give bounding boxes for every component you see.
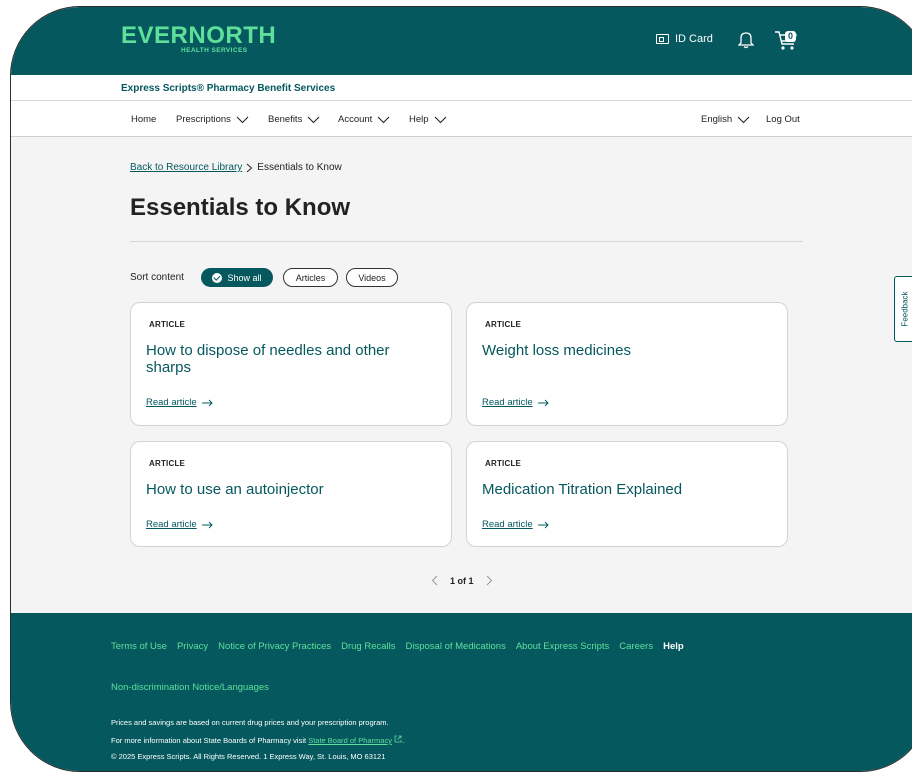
top-header: EVERNORTH HEALTH SERVICES ID Card 0: [11, 7, 912, 75]
card-title[interactable]: How to use an autoinjector: [146, 481, 436, 498]
logout-label: Log Out: [766, 114, 800, 125]
article-card[interactable]: ARTICLE Weight loss medicines Read artic…: [466, 302, 788, 426]
read-article-link[interactable]: Read article: [146, 519, 213, 530]
main-nav: Home Prescriptions Benefits Account Help…: [11, 101, 912, 137]
state-board-link[interactable]: State Board of Pharmacy: [308, 736, 392, 745]
logout-link[interactable]: Log Out: [766, 114, 800, 125]
footer-link-help[interactable]: Help: [663, 641, 684, 652]
pagination: 1 of 1: [431, 575, 493, 586]
divider: [130, 241, 803, 242]
nav-prescriptions[interactable]: Prescriptions: [176, 114, 249, 125]
card-tag: ARTICLE: [485, 459, 522, 468]
copyright: © 2025 Express Scripts. All Rights Reser…: [111, 752, 386, 761]
footer-link-about[interactable]: About Express Scripts: [516, 641, 609, 652]
read-article-link[interactable]: Read article: [482, 519, 549, 530]
filter-show-all[interactable]: Show all: [201, 268, 273, 287]
browser-frame: EVERNORTH HEALTH SERVICES ID Card 0 Expr…: [10, 6, 912, 772]
breadcrumb: Back to Resource Library Essentials to K…: [130, 162, 342, 173]
evernorth-logo[interactable]: EVERNORTH: [121, 22, 276, 50]
chevron-left-icon[interactable]: [431, 575, 438, 586]
footer-link-disposal[interactable]: Disposal of Medications: [406, 641, 506, 652]
nav-home-label: Home: [131, 114, 157, 125]
cart-count-badge: 0: [785, 31, 797, 42]
id-card-icon: [656, 34, 669, 44]
sort-label: Sort content: [130, 272, 184, 283]
footer-link-terms[interactable]: Terms of Use: [111, 641, 167, 652]
read-article-label: Read article: [146, 397, 197, 408]
footer-link-privacy-practices[interactable]: Notice of Privacy Practices: [218, 641, 331, 652]
nav-help[interactable]: Help: [409, 114, 447, 125]
read-article-label: Read article: [482, 519, 533, 530]
card-tag: ARTICLE: [149, 459, 186, 468]
page-indicator: 1 of 1: [450, 575, 474, 586]
program-bar: Express Scripts® Pharmacy Benefit Servic…: [11, 75, 912, 101]
card-tag: ARTICLE: [485, 320, 522, 329]
chevron-down-icon: [377, 116, 390, 123]
read-article-link[interactable]: Read article: [482, 397, 549, 408]
card-title[interactable]: Medication Titration Explained: [482, 481, 772, 498]
filter-articles-label: Articles: [295, 272, 326, 283]
footer-link-privacy[interactable]: Privacy: [177, 641, 208, 652]
card-title[interactable]: How to dispose of needles and other shar…: [146, 342, 436, 376]
chevron-right-icon[interactable]: [486, 575, 493, 586]
external-link-icon: [394, 735, 402, 743]
nav-home[interactable]: Home: [131, 114, 156, 125]
back-to-library-link[interactable]: Back to Resource Library: [130, 162, 242, 173]
notification-bell-icon[interactable]: [738, 31, 754, 49]
article-card[interactable]: ARTICLE How to use an autoinjector Read …: [130, 441, 452, 547]
feedback-tab[interactable]: Feedback: [894, 276, 912, 342]
read-article-label: Read article: [146, 519, 197, 530]
program-title: Express Scripts® Pharmacy Benefit Servic…: [121, 83, 336, 94]
chevron-right-icon: [246, 163, 253, 172]
filter-videos[interactable]: Videos: [346, 268, 398, 287]
read-article-link[interactable]: Read article: [146, 397, 213, 408]
nav-benefits-label: Benefits: [268, 114, 303, 125]
arrow-right-icon: [201, 521, 213, 528]
nondiscrimination-link[interactable]: Non-discrimination Notice/Languages: [111, 682, 269, 693]
page-title: Essentials to Know: [130, 194, 351, 221]
id-card-label: ID Card: [675, 33, 713, 45]
filter-articles[interactable]: Articles: [283, 268, 338, 287]
logo-subtitle: HEALTH SERVICES: [181, 47, 248, 54]
breadcrumb-current: Essentials to Know: [257, 162, 342, 173]
card-tag: ARTICLE: [149, 320, 186, 329]
id-card-button[interactable]: ID Card: [656, 33, 713, 45]
nav-benefits[interactable]: Benefits: [268, 114, 320, 125]
read-article-label: Read article: [482, 397, 533, 408]
footer-link-careers[interactable]: Careers: [619, 641, 653, 652]
chevron-down-icon: [236, 116, 249, 123]
chevron-down-icon: [307, 116, 320, 123]
footer-note-boards-suffix: .: [402, 736, 405, 745]
chevron-down-icon: [737, 116, 750, 123]
arrow-right-icon: [537, 521, 549, 528]
filter-videos-label: Videos: [358, 272, 386, 283]
footer-note-boards-text: For more information about State Boards …: [111, 736, 307, 745]
arrow-right-icon: [537, 399, 549, 406]
card-title[interactable]: Weight loss medicines: [482, 342, 772, 359]
nav-help-label: Help: [409, 114, 429, 125]
article-card[interactable]: ARTICLE How to dispose of needles and ot…: [130, 302, 452, 426]
footer: Terms of Use Privacy Notice of Privacy P…: [11, 613, 912, 771]
filter-show-all-label: Show all: [227, 272, 262, 283]
chevron-down-icon: [434, 116, 446, 123]
footer-link-drug-recalls[interactable]: Drug Recalls: [341, 641, 395, 652]
check-circle-icon: [212, 272, 223, 283]
arrow-right-icon: [201, 399, 213, 406]
footer-note-prices: Prices and savings are based on current …: [111, 718, 389, 727]
nav-account[interactable]: Account: [338, 114, 390, 125]
feedback-label: Feedback: [900, 291, 910, 327]
article-card[interactable]: ARTICLE Medication Titration Explained R…: [466, 441, 788, 547]
nav-account-label: Account: [338, 114, 373, 125]
footer-links: Terms of Use Privacy Notice of Privacy P…: [111, 641, 684, 652]
nav-prescriptions-label: Prescriptions: [176, 114, 231, 125]
language-label: English: [701, 114, 733, 125]
language-select[interactable]: English: [701, 114, 750, 125]
footer-note-boards: For more information about State Boards …: [111, 735, 404, 745]
